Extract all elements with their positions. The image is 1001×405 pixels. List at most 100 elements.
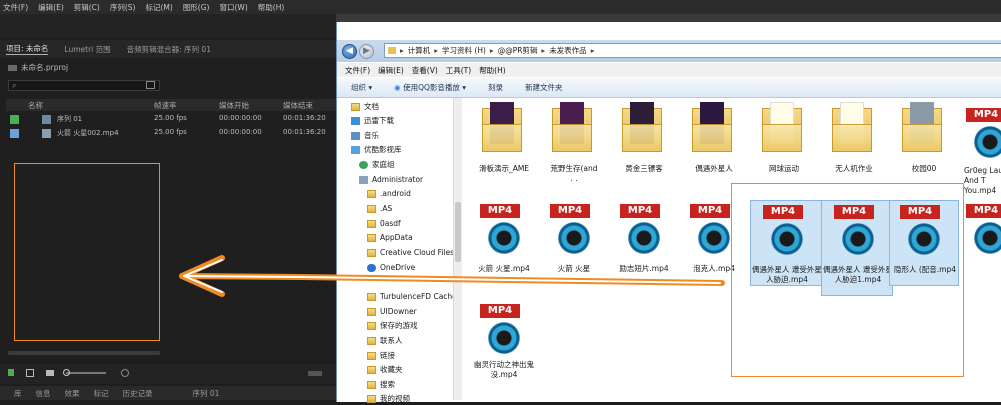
folder-item[interactable]: 校园00 <box>888 102 960 187</box>
col-fps[interactable]: 帧速率 <box>154 100 177 111</box>
breadcrumb-pr-edit[interactable]: @@PR剪辑 <box>498 45 538 56</box>
file-label: 火箭 火星 <box>557 264 591 273</box>
ex-menu-view[interactable]: 查看(V) <box>412 65 438 76</box>
nav-item-homegroup[interactable]: 家庭组 <box>359 158 395 171</box>
nav-item-search[interactable]: 搜索 <box>367 378 395 391</box>
nav-item-my-videos[interactable]: 我的视频 <box>367 392 410 405</box>
video-item[interactable]: MP4 火箭 火星.mp4 <box>468 202 540 282</box>
video-item[interactable]: MP4 <box>962 200 1001 286</box>
nav-item-youku[interactable]: 优酷影视库 <box>351 143 402 156</box>
menu-sequence[interactable]: 序列(S) <box>110 2 136 13</box>
zoom-slider-track[interactable] <box>66 372 106 374</box>
tab-audio-clip-mixer[interactable]: 音频剪辑混合器: 序列 01 <box>127 44 211 55</box>
tab-lumetri-scopes[interactable]: Lumetri 范围 <box>64 44 110 55</box>
nav-item-saved-games[interactable]: 保存的游戏 <box>367 319 418 332</box>
folder-icon <box>692 102 732 152</box>
nav-item-appdata[interactable]: AppData <box>367 231 413 244</box>
list-view-icon[interactable] <box>26 369 34 377</box>
col-media-start[interactable]: 媒体开始 <box>219 100 249 111</box>
folder-icon <box>367 219 376 228</box>
tab-effects[interactable]: 效果 <box>65 388 80 399</box>
project-row-clip[interactable]: 火箭 火星002.mp4 25.00 fps 00:00:00:00 00:01… <box>6 127 336 140</box>
nav-scrollbar-thumb[interactable] <box>455 202 461 262</box>
ex-menu-help[interactable]: 帮助(H) <box>479 65 506 76</box>
breadcrumb-computer[interactable]: 计算机 <box>408 45 431 56</box>
nav-item-contacts[interactable]: 联系人 <box>367 334 403 347</box>
nav-item-documents[interactable]: 文档 <box>351 100 379 113</box>
folder-item[interactable]: 无人机作业 <box>818 102 890 187</box>
new-bin-icon[interactable] <box>146 81 155 89</box>
lock-icon[interactable] <box>8 369 14 376</box>
row-end: 00:01:36:20 <box>283 128 326 136</box>
nav-item-android[interactable]: .android <box>367 187 411 200</box>
menu-help[interactable]: 帮助(H) <box>258 2 285 13</box>
folder-item[interactable]: 偶遇外星人 <box>678 102 750 187</box>
breadcrumb-drive[interactable]: 学习资料 (H) <box>442 45 486 56</box>
nav-scrollbar[interactable] <box>453 98 462 400</box>
new-folder-button[interactable]: 新建文件夹 <box>525 82 563 93</box>
nav-item-thunder[interactable]: 迅雷下载 <box>351 114 394 127</box>
project-search-input[interactable]: ⌕ <box>8 80 160 91</box>
ex-menu-file[interactable]: 文件(F) <box>345 65 370 76</box>
folder-label: 黄金三镖客 <box>625 164 663 173</box>
nav-item-as[interactable]: .AS <box>367 202 392 215</box>
nav-item-turbulence[interactable]: TurbulenceFD Cache <box>367 290 457 303</box>
forward-button[interactable]: ▶ <box>359 44 374 59</box>
folder-label: 偶遇外星人 <box>695 164 733 173</box>
play-with-qq-button[interactable]: ◉ 使用QQ影音播放 ▾ <box>394 82 466 93</box>
icon-view-icon[interactable] <box>46 370 54 376</box>
breadcrumb-unpublished[interactable]: 未发表作品 <box>549 45 587 56</box>
menu-markers[interactable]: 标记(M) <box>145 2 172 13</box>
file-label: 幽灵行动之神出鬼没.mp4 <box>474 360 534 379</box>
burn-button[interactable]: 刻录 <box>488 82 503 93</box>
menu-window[interactable]: 窗口(W) <box>219 2 247 13</box>
mp4-file-icon: MP4 <box>966 204 1001 260</box>
mp4-file-icon: MP4 <box>480 204 526 260</box>
premiere-header-strip <box>0 14 340 38</box>
project-scrollbar[interactable] <box>8 351 160 355</box>
file-label: Gr0eg Lau And T You.mp4 <box>964 166 1001 195</box>
col-media-end[interactable]: 媒体结束 <box>283 100 313 111</box>
navigation-pane: 文档 迅雷下载 音乐 优酷影视库 家庭组 Administrator .andr… <box>337 98 457 403</box>
nav-item-uidowner[interactable]: UIDowner <box>367 305 417 318</box>
back-button[interactable]: ◀ <box>342 44 357 59</box>
nav-item-0asdf[interactable]: 0asdf <box>367 217 401 230</box>
nav-item-creative-cloud[interactable]: Creative Cloud Files <box>367 246 454 259</box>
folder-icon <box>902 102 942 152</box>
organize-button[interactable]: 组织 ▾ <box>351 82 372 93</box>
ex-menu-edit[interactable]: 编辑(E) <box>378 65 404 76</box>
folder-item[interactable]: 黄金三镖客 <box>608 102 680 187</box>
tab-sequence-01[interactable]: 序列 01 <box>193 388 220 399</box>
zoom-max-icon[interactable] <box>121 369 129 377</box>
folder-label: 校园00 <box>911 164 937 173</box>
nav-item-onedrive[interactable]: OneDrive <box>367 261 415 274</box>
nav-item-music[interactable]: 音乐 <box>351 129 379 142</box>
folder-item[interactable]: 荒野生存(and . . <box>538 102 610 187</box>
tab-markers[interactable]: 标记 <box>94 388 109 399</box>
tab-history[interactable]: 历史记录 <box>123 388 153 399</box>
row-end: 00:01:36:20 <box>283 114 326 122</box>
video-item[interactable]: MP4 Gr0eg Lau And T You.mp4 <box>958 102 1001 197</box>
zoom-slider-knob[interactable] <box>63 369 70 376</box>
menu-file[interactable]: 文件(F) <box>3 2 28 13</box>
address-path[interactable]: ▸ 计算机 ▸ 学习资料 (H) ▸ @@PR剪辑 ▸ 未发表作品 ▸ <box>384 43 1001 58</box>
nav-item-favorites[interactable]: 收藏夹 <box>367 363 403 376</box>
col-name[interactable]: 名称 <box>28 100 43 111</box>
video-item[interactable]: MP4 幽灵行动之神出鬼没.mp4 <box>468 302 540 387</box>
video-item[interactable]: MP4 火箭 火星 <box>538 202 610 282</box>
folder-item[interactable]: 滑板演示_AME <box>468 102 540 187</box>
ex-menu-tools[interactable]: 工具(T) <box>446 65 471 76</box>
folder-item[interactable]: 网球运动 <box>748 102 820 187</box>
menu-graphics[interactable]: 图形(G) <box>183 2 210 13</box>
tab-libraries[interactable]: 库 <box>14 388 22 399</box>
nav-item-links[interactable]: 链接 <box>367 349 395 362</box>
video-item[interactable]: MP4 励志短片.mp4 <box>608 202 680 282</box>
row-fps: 25.00 fps <box>154 128 187 136</box>
tab-project[interactable]: 项目: 未命名 <box>6 43 49 55</box>
nav-item-administrator[interactable]: Administrator <box>359 173 423 186</box>
menu-edit[interactable]: 编辑(E) <box>38 2 64 13</box>
menu-clip[interactable]: 剪辑(C) <box>74 2 100 13</box>
project-row-sequence[interactable]: 序列 01 25.00 fps 00:00:00:00 00:01:36:20 <box>6 113 336 126</box>
tab-info[interactable]: 信息 <box>36 388 51 399</box>
new-item-icon[interactable] <box>308 371 322 376</box>
